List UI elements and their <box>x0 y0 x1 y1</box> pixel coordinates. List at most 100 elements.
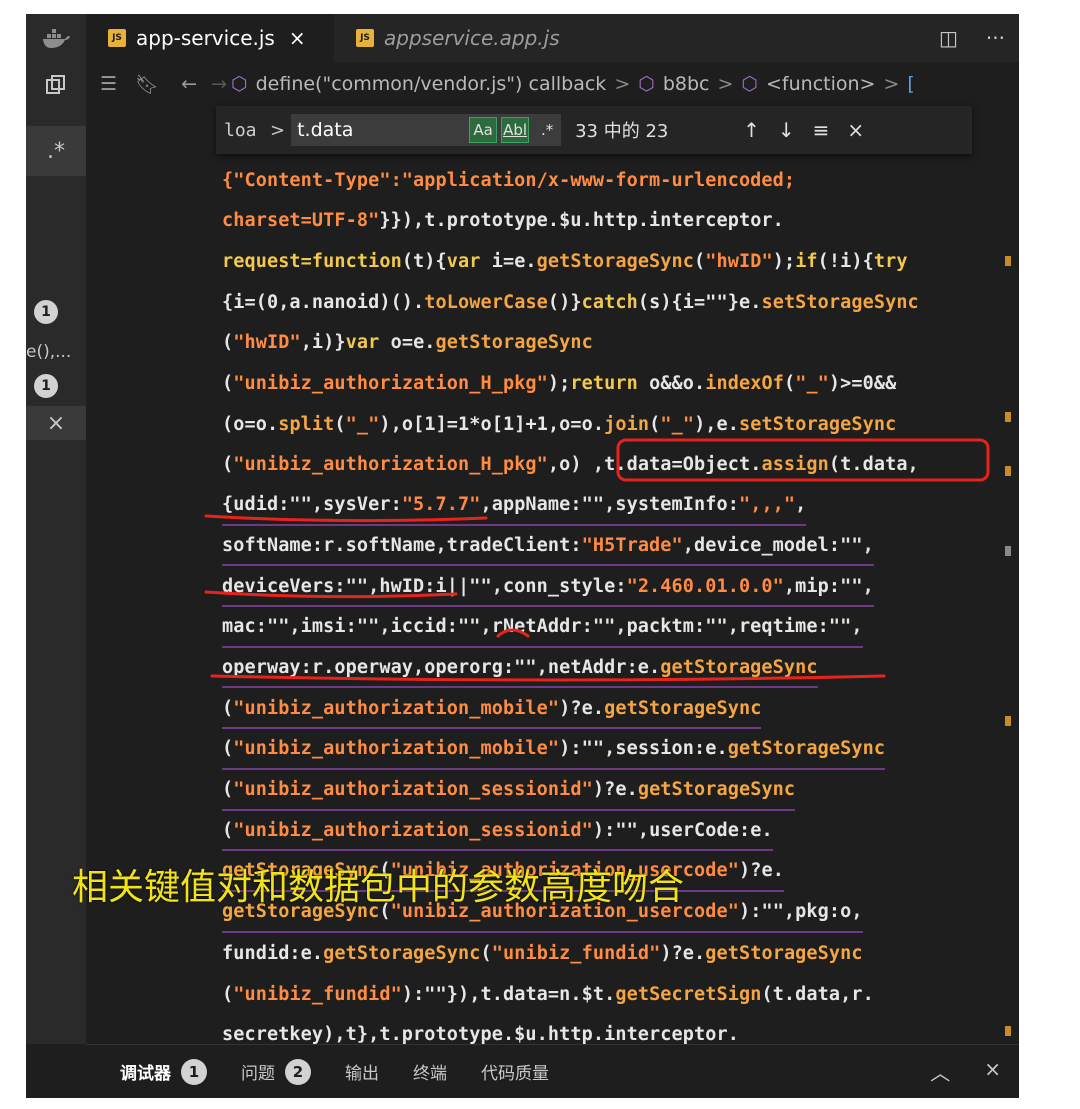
code-token: ( <box>694 250 706 272</box>
code-token: ),o[1]=1*o[1]+1,o=o. <box>379 413 605 435</box>
code-token: "unibiz_fundid" <box>491 942 661 964</box>
code-token: getStorageSync <box>727 738 886 760</box>
code-token: toLowerCase <box>424 291 548 313</box>
code-token: getStorageSync <box>435 332 593 354</box>
code-token: split <box>278 413 335 435</box>
regex-button[interactable]: .* <box>533 117 561 143</box>
js-file-icon: JS <box>356 29 374 47</box>
collapse-panel-icon[interactable]: ︿ <box>930 1057 950 1086</box>
code-line: fundid:e. getStorageSync("unibiz_fundid")… <box>222 933 863 973</box>
sidebar-fragment: e(),... <box>26 342 72 362</box>
code-token: setStorageSync <box>739 413 897 435</box>
whole-word-button[interactable]: Abl <box>501 117 530 143</box>
code-line: ("unibiz_authorization_sessionid")?e. get… <box>222 771 796 811</box>
panel-tab-code-quality[interactable]: 代码质量 <box>481 1059 549 1084</box>
find-input[interactable]: t.data Aa Abl .* <box>291 114 562 146</box>
split-editor-icon[interactable]: ◫ <box>939 26 958 50</box>
code-token: (s){i=""}e. <box>637 291 762 313</box>
tab-bar: JS app-service.js × JS appservice.app.js… <box>86 14 1019 62</box>
code-token: request=function <box>222 250 402 272</box>
tab-appservice-app[interactable]: JS appservice.app.js <box>334 14 596 62</box>
copy-icon[interactable] <box>26 68 86 102</box>
match-count: 33 中的 23 <box>575 121 669 142</box>
find-widget: loa > t.data Aa Abl .* 33 中的 23 ↑ ↓ ≡ × <box>216 106 972 154</box>
code-line: operway:r.operway,operorg:"",netAddr:e. g… <box>222 648 818 689</box>
code-token: ( <box>222 983 234 1005</box>
code-token: fundid:e. <box>222 942 324 964</box>
tab-app-service[interactable]: JS app-service.js × <box>86 14 334 62</box>
code-token: "unibiz_authorization_mobile" <box>233 738 560 760</box>
bookmark-icon[interactable]: 🔖︎ <box>135 73 159 96</box>
code-token: ( <box>222 819 234 841</box>
code-line: ("hwID" ,i)} var o=e. getStorageSync <box>222 323 593 363</box>
code-token: o=e. <box>390 332 436 354</box>
code-token: "2.460.01.0.0" <box>626 575 784 597</box>
code-token: secretkey),t},t.prototype.$u.http.interc… <box>222 1024 739 1046</box>
code-token: )>=0&& <box>828 373 897 394</box>
close-panel-icon[interactable]: × <box>984 1057 1001 1086</box>
back-arrow-icon[interactable]: ← <box>181 73 197 95</box>
code-token: "unibiz_fundid" <box>233 983 402 1005</box>
previous-match-icon[interactable]: ↑ <box>743 118 760 142</box>
code-token: "unibiz_authorization_H_pkg" <box>233 373 548 394</box>
code-line: request=function (t){var i=e. getStorageSy… <box>222 241 908 281</box>
code-token: )?e. <box>592 779 638 800</box>
panel-tab-debugger[interactable]: 调试器 1 <box>120 1058 207 1085</box>
code-token: ); <box>772 250 796 272</box>
code-token: mac:"",imsi:"",iccid:"",rNetAddr:"",pack… <box>222 616 863 638</box>
code-line: ("unibiz_authorization_sessionid"):"",us… <box>222 811 773 852</box>
scrollbar-marker <box>1005 256 1011 266</box>
code-token: ,device_model:"", <box>682 534 874 556</box>
code-token: ):""}),t.data=n.$t. <box>401 983 616 1005</box>
code-token: catch <box>581 291 638 313</box>
code-token: deviceVers:"",hwID:i||"",conn_style: <box>222 575 627 597</box>
breadcrumb-item[interactable]: <function> <box>766 73 875 95</box>
code-token: (t.data,r. <box>761 983 874 1005</box>
problems-badge: 2 <box>285 1058 311 1085</box>
code-token: ",,," <box>738 494 796 516</box>
code-token: softName:r.softName,tradeClient: <box>222 534 582 556</box>
code-token: ,o) ,t.data=Object. <box>547 454 762 476</box>
code-token: var <box>345 332 391 354</box>
code-line: ("unibiz_fundid"):""}),t.data=n.$t. getSe… <box>222 974 874 1014</box>
find-prefix-text: loa <box>224 119 257 141</box>
code-token: )?e. <box>738 860 784 882</box>
code-token: "hwID" <box>233 332 301 354</box>
find-in-selection-icon[interactable]: ≡ <box>813 118 830 142</box>
code-token: operway:r.operway,operorg:"",netAddr:e. <box>222 656 661 678</box>
close-find-icon[interactable]: × <box>847 118 864 142</box>
tab-close-icon[interactable]: × <box>289 26 306 50</box>
code-token: assign <box>761 454 829 476</box>
breadcrumb-item[interactable]: define("common/vendor.js") callback <box>256 73 607 95</box>
code-token: ( <box>222 779 234 800</box>
panel-tab-output[interactable]: 输出 <box>345 1059 379 1084</box>
scrollbar-thumb[interactable] <box>1005 546 1011 556</box>
forward-arrow-icon[interactable]: → <box>211 73 227 95</box>
code-token: )?e. <box>559 697 605 719</box>
code-token: {"Content-Type":"application/x-www-form-… <box>222 169 796 191</box>
scrollbar-marker <box>1005 716 1011 726</box>
sidebar-close-icon[interactable]: × <box>26 406 86 440</box>
breadcrumb-item[interactable]: b8bc <box>663 73 710 95</box>
code-token: if <box>795 250 818 272</box>
regex-sidebar-icon[interactable]: .* <box>26 126 86 176</box>
code-token: "unibiz_authorization_H_pkg" <box>233 454 548 476</box>
more-actions-icon[interactable]: ··· <box>986 26 1005 50</box>
toggle-replace-icon[interactable]: > <box>270 120 285 141</box>
outline-list-icon[interactable]: ☰ <box>100 73 117 95</box>
match-case-button[interactable]: Aa <box>469 117 498 143</box>
code-token: getStorageSync <box>536 250 695 272</box>
next-match-icon[interactable]: ↓ <box>778 118 795 142</box>
docker-icon[interactable] <box>26 22 86 56</box>
panel-tab-problems[interactable]: 问题 2 <box>241 1058 311 1085</box>
code-token: ( <box>480 942 492 964</box>
code-token: ( <box>649 413 661 435</box>
panel-tab-terminal[interactable]: 终端 <box>413 1059 447 1084</box>
bottom-panel: 调试器 1 问题 2 输出 终端 代码质量 ︿ × <box>86 1044 1019 1098</box>
code-token: join <box>604 413 650 435</box>
code-token: "unibiz_authorization_mobile" <box>233 697 560 719</box>
code-token: ( <box>334 413 346 435</box>
code-token: ),e. <box>694 413 740 435</box>
annotation-caption: 相关键值对和数据包中的参数高度吻合 <box>72 867 685 908</box>
code-token: ):"",pkg:o, <box>738 901 863 923</box>
